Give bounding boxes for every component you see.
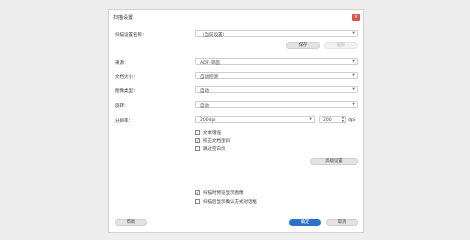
- preview-checkbox[interactable]: ✓: [195, 190, 200, 195]
- delete-button[interactable]: 删除: [324, 42, 358, 49]
- preset-label: 扫描设置名称：: [115, 33, 147, 38]
- source-select[interactable]: ADF-单面 ▼: [195, 58, 358, 66]
- spinner-arrows-icon[interactable]: ▲ ▼: [342, 115, 344, 123]
- resolution-select[interactable]: 200dpi ▼: [195, 116, 315, 123]
- resolution-unit: dpi: [348, 118, 355, 123]
- confirm-dialog-label: 扫描后显示确认方式对话框: [203, 200, 257, 205]
- chevron-down-icon: ▼: [352, 59, 355, 63]
- imagetype-value: 自动: [200, 88, 209, 94]
- advanced-settings-button[interactable]: 高级设置: [310, 158, 358, 165]
- save-button[interactable]: 保存: [286, 42, 320, 49]
- chevron-down-icon: ▼: [352, 73, 355, 77]
- dialog-title: 扫描设置: [113, 15, 134, 21]
- resolution-spinner[interactable]: 200 ▲ ▼: [319, 115, 346, 123]
- chevron-down-icon: ▼: [352, 102, 355, 106]
- skip-blank-label: 跳过空白页: [203, 147, 226, 152]
- resolution-number: 200: [323, 117, 332, 123]
- rotate-label: 旋转：: [115, 104, 129, 109]
- dialog-titlebar: 扫描设置 ×: [109, 10, 363, 25]
- imagetype-label: 图像类型：: [115, 89, 138, 94]
- confirm-dialog-checkbox[interactable]: [195, 199, 200, 204]
- rotate-select[interactable]: 自动 ▼: [195, 101, 358, 109]
- docsize-label: 文档大小：: [115, 75, 138, 80]
- help-button[interactable]: 帮助: [115, 219, 147, 226]
- text-enhance-checkbox[interactable]: [195, 130, 200, 135]
- docsize-select[interactable]: 自动检测 ▼: [195, 72, 358, 80]
- preset-select[interactable]: （当前设置） ▼: [195, 30, 358, 38]
- skip-blank-checkbox[interactable]: [195, 146, 200, 151]
- deskew-checkbox[interactable]: ✓: [195, 138, 200, 143]
- preview-label: 扫描时预览显示图像: [203, 191, 244, 196]
- deskew-label: 校正文档歪斜: [203, 139, 230, 144]
- text-enhance-label: 文本增强: [203, 131, 221, 136]
- source-label: 来源：: [115, 61, 129, 66]
- chevron-down-icon: ▼: [352, 87, 355, 91]
- chevron-down-icon: ▼: [309, 117, 312, 121]
- close-icon[interactable]: ×: [352, 14, 360, 21]
- chevron-down-icon: ▼: [352, 31, 355, 35]
- scan-settings-dialog: 扫描设置 × 扫描设置名称： （当前设置） ▼ 保存 删除 来源： ADF-单面…: [108, 9, 364, 233]
- resolution-value: 200dpi: [200, 117, 216, 123]
- docsize-value: 自动检测: [200, 74, 218, 80]
- rotate-value: 自动: [200, 103, 209, 109]
- preset-value: （当前设置）: [200, 32, 227, 38]
- imagetype-select[interactable]: 自动 ▼: [195, 86, 358, 94]
- ok-button[interactable]: 确定: [289, 219, 321, 226]
- cancel-button[interactable]: 取消: [326, 219, 358, 226]
- source-value: ADF-单面: [200, 60, 220, 66]
- resolution-label: 分辨率：: [115, 119, 133, 124]
